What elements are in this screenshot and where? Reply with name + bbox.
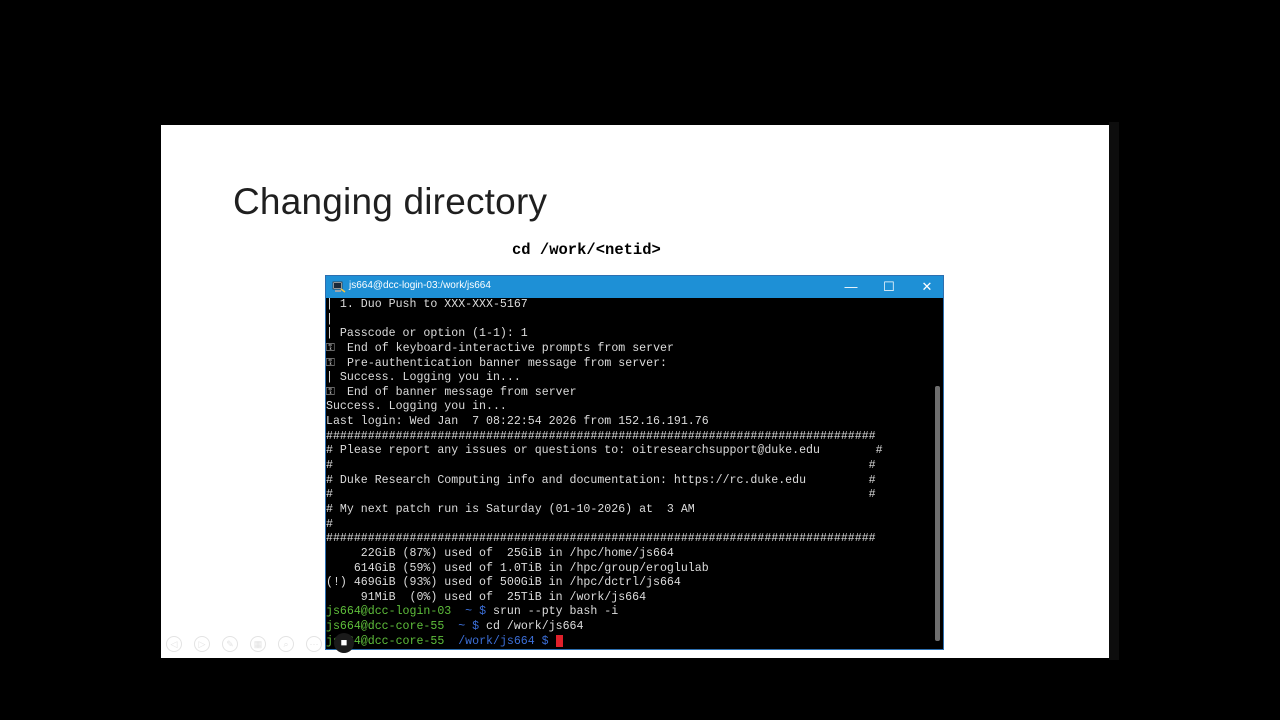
terminal-line-text: # bbox=[326, 517, 333, 531]
terminal-line: 22GiB (87%) used of 25GiB in /hpc/home/j… bbox=[326, 547, 932, 562]
terminal-line: # bbox=[326, 518, 932, 533]
terminal-line-text: End of banner message from server bbox=[340, 385, 577, 399]
prompt-command: cd /work/js664 bbox=[479, 620, 584, 634]
terminal-line: | Success. Logging you in... bbox=[326, 371, 932, 386]
terminal-line: 614GiB (59%) used of 1.0TiB in /hpc/grou… bbox=[326, 562, 932, 577]
terminal-line-text: # My next patch run is Saturday (01-10-2… bbox=[326, 502, 695, 516]
prompt-line: js664@dcc-login-03 ~ $ srun --pty bash -… bbox=[326, 605, 932, 620]
slide-frame-edge bbox=[1109, 122, 1119, 660]
terminal-output[interactable]: | 1. Duo Push to XXX-XXX-5167 | | Passcode… bbox=[326, 298, 932, 649]
terminal-line-text: 22GiB (87%) used of 25GiB in /hpc/home/j… bbox=[326, 546, 674, 560]
slide-title: Changing directory bbox=[233, 181, 548, 222]
scrollbar-thumb[interactable] bbox=[935, 386, 940, 641]
terminal-line-text: Success. Logging you in... bbox=[326, 400, 507, 414]
terminal-scrollbar[interactable] bbox=[932, 298, 943, 649]
terminal-line-text: Pre-authentication banner message from s… bbox=[340, 356, 667, 370]
previous-slide-icon[interactable]: ◁ bbox=[166, 636, 182, 652]
prompt-user: js664@dcc-core-55 bbox=[326, 620, 445, 634]
terminal-line: # My next patch run is Saturday (01-10-2… bbox=[326, 503, 932, 518]
terminal-line-text: | Passcode or option (1-1): 1 bbox=[326, 327, 528, 341]
close-button[interactable]: ✕ bbox=[908, 276, 946, 298]
prompt-path: ~ $ bbox=[451, 605, 487, 619]
terminal-line-text: End of keyboard-interactive prompts from… bbox=[340, 341, 674, 355]
terminal-window[interactable]: js664@dcc-login-03:/work/js664 — ☐ ✕ | 1… bbox=[325, 275, 944, 650]
prompt-path: /work/js664 $ bbox=[444, 634, 549, 648]
terminal-titlebar[interactable]: js664@dcc-login-03:/work/js664 — ☐ ✕ bbox=[326, 276, 943, 298]
terminal-line: ⚿ End of banner message from server bbox=[326, 386, 932, 401]
minimize-button[interactable]: — bbox=[832, 276, 870, 298]
terminal-line: # Duke Research Computing info and docum… bbox=[326, 474, 932, 489]
terminal-line: ########################################… bbox=[326, 532, 932, 547]
slide-command-text: cd /work/<netid> bbox=[512, 241, 661, 259]
prompt-user: js664@dcc-login-03 bbox=[326, 605, 452, 619]
terminal-line: # # bbox=[326, 488, 932, 503]
terminal-line: ⚿ End of keyboard-interactive prompts fr… bbox=[326, 342, 932, 357]
prompt-command: srun --pty bash -i bbox=[486, 605, 619, 619]
terminal-line: (!) 469GiB (93%) used of 500GiB in /hpc/… bbox=[326, 576, 932, 591]
key-icon: ⚿ bbox=[326, 385, 335, 399]
terminal-line-text: 614GiB (59%) used of 1.0TiB in /hpc/grou… bbox=[326, 561, 709, 575]
slides-grid-icon[interactable]: ▦ bbox=[250, 636, 266, 652]
terminal-line-text: # Please report any issues or questions … bbox=[326, 444, 883, 458]
terminal-line-text: # # bbox=[326, 488, 876, 502]
key-icon: ⚿ bbox=[326, 356, 335, 370]
terminal-line-text: 91MiB (0%) used of 25TiB in /work/js664 bbox=[326, 590, 647, 604]
terminal-line: # Please report any issues or questions … bbox=[326, 444, 932, 459]
prompt-line: js664@dcc-core-55 /work/js664 $ bbox=[326, 634, 932, 649]
prompt-command bbox=[549, 635, 556, 648]
options-icon[interactable]: ⋯ bbox=[306, 636, 322, 652]
pen-icon[interactable]: ✎ bbox=[222, 636, 238, 652]
next-slide-icon[interactable]: ▷ bbox=[194, 636, 210, 652]
terminal-line-text: # # bbox=[326, 459, 876, 473]
terminal-line: # # bbox=[326, 459, 932, 474]
terminal-line: | 1. Duo Push to XXX-XXX-5167 bbox=[326, 298, 932, 313]
terminal-cursor bbox=[555, 634, 563, 647]
terminal-line: ⚿ Pre-authentication banner message from… bbox=[326, 357, 932, 372]
prompt-line: js664@dcc-core-55 ~ $ cd /work/js664 bbox=[326, 620, 932, 635]
terminal-line: | bbox=[326, 313, 932, 328]
camera-record-icon[interactable]: ■ bbox=[334, 633, 354, 653]
maximize-button[interactable]: ☐ bbox=[870, 276, 908, 298]
zoom-icon[interactable]: ⌕ bbox=[278, 636, 294, 652]
key-icon: ⚿ bbox=[326, 341, 335, 355]
terminal-line: ########################################… bbox=[326, 430, 932, 445]
terminal-window-title: js664@dcc-login-03:/work/js664 bbox=[349, 280, 491, 291]
terminal-line: Success. Logging you in... bbox=[326, 400, 932, 415]
terminal-line-text: ########################################… bbox=[326, 532, 876, 546]
terminal-line-text: ########################################… bbox=[326, 429, 876, 443]
putty-icon bbox=[332, 281, 346, 293]
terminal-line-text: Last login: Wed Jan 7 08:22:54 2026 from… bbox=[326, 415, 709, 429]
terminal-line-text: | 1. Duo Push to XXX-XXX-5167 bbox=[326, 298, 528, 311]
terminal-line-text: (!) 469GiB (93%) used of 500GiB in /hpc/… bbox=[326, 576, 681, 590]
terminal-line: Last login: Wed Jan 7 08:22:54 2026 from… bbox=[326, 415, 932, 430]
presentation-slide: Changing directory cd /work/<netid> js66… bbox=[161, 125, 1109, 658]
terminal-line-text: | bbox=[326, 312, 333, 326]
terminal-line-text: | Success. Logging you in... bbox=[326, 371, 521, 385]
terminal-line: | Passcode or option (1-1): 1 bbox=[326, 327, 932, 342]
prompt-path: ~ $ bbox=[444, 620, 480, 634]
terminal-line: 91MiB (0%) used of 25TiB in /work/js664 bbox=[326, 591, 932, 606]
terminal-line-text: # Duke Research Computing info and docum… bbox=[326, 473, 876, 487]
